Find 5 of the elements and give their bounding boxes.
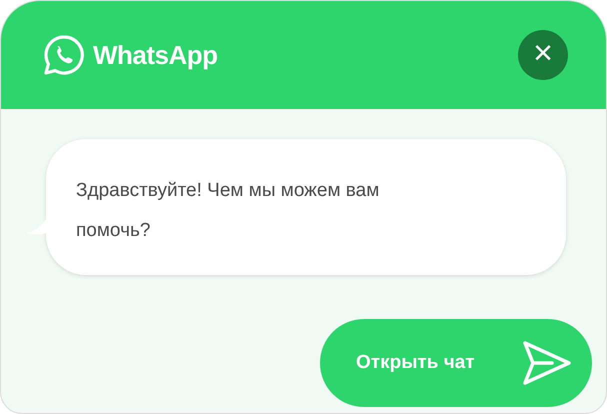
app-title: WhatsApp xyxy=(93,38,218,72)
close-button[interactable]: × xyxy=(518,30,568,80)
send-icon xyxy=(522,340,572,386)
greeting-message: Здравствуйте! Чем мы можем вам помочь? xyxy=(76,179,380,243)
chat-bubble-phone-icon xyxy=(43,34,85,76)
